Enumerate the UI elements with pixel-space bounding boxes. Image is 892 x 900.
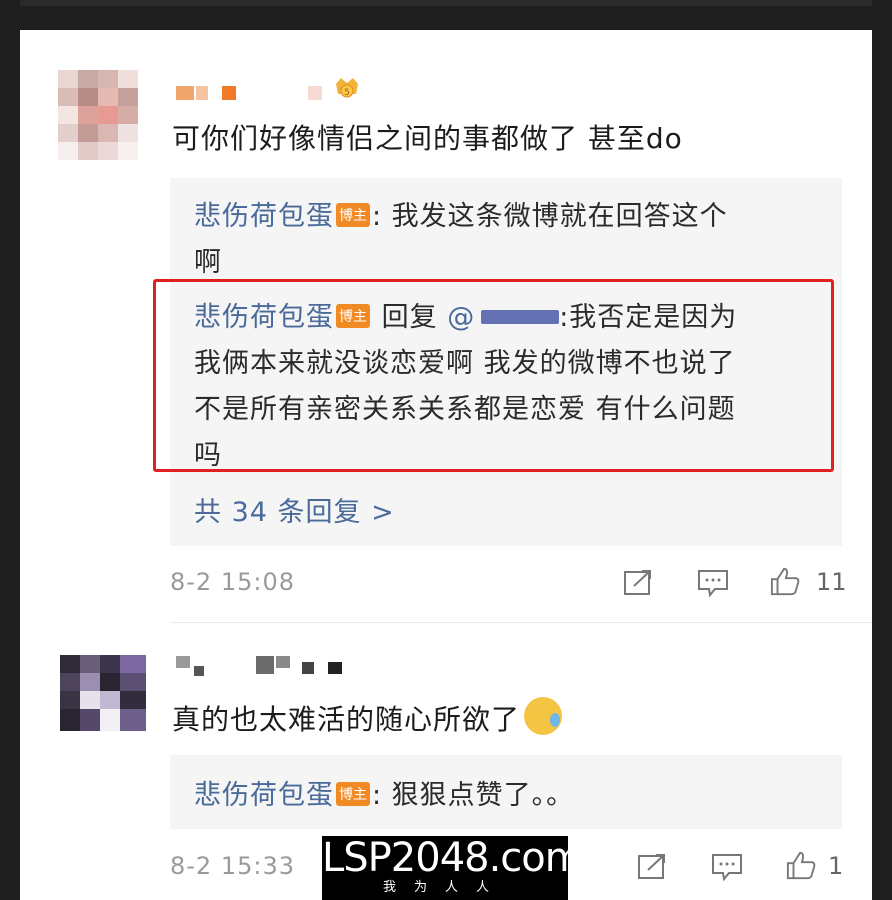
username-blurred[interactable] <box>176 656 376 676</box>
comment-time: 8-2 15:08 <box>170 568 295 596</box>
reply-line: 悲伤荷包蛋 博主: 狠狠点赞了。。 <box>194 773 574 812</box>
comment-icon[interactable] <box>710 852 744 882</box>
reply-text: : 我发这条微博就在回答这个 <box>372 201 728 232</box>
top-strip <box>20 0 872 6</box>
share-icon[interactable] <box>636 852 670 882</box>
sweat-emoji-icon <box>524 697 563 735</box>
crown-level: 5 <box>344 88 350 98</box>
comment-text: 可你们好像情侣之间的事都做了 甚至do <box>172 122 683 155</box>
comment-body: 真的也太难活的随心所欲了 <box>172 703 521 736</box>
divider <box>170 622 872 623</box>
thumbs-up-icon[interactable] <box>768 566 802 596</box>
blogger-badge: 博主 <box>336 203 370 227</box>
watermark-sub: 我为人人 <box>382 880 507 895</box>
reply-line: 悲伤荷包蛋 博主: 我发这条微博就在回答这个 <box>194 194 728 233</box>
comment-time: 8-2 15:33 <box>170 852 295 880</box>
avatar[interactable] <box>58 70 138 160</box>
like-count: 1 <box>828 852 844 880</box>
reply-author[interactable]: 悲伤荷包蛋 <box>194 780 334 811</box>
thumbs-up-icon[interactable] <box>784 850 818 880</box>
comment-text: 真的也太难活的随心所欲了 <box>172 697 563 738</box>
crown-level-icon: 5 <box>336 78 358 98</box>
blogger-badge: 博主 <box>336 782 370 806</box>
highlight-box <box>153 279 834 472</box>
reply-text: : 狠狠点赞了。。 <box>372 780 575 811</box>
reply-text: 啊 <box>194 247 222 278</box>
username-blurred[interactable] <box>176 86 322 104</box>
like-count: 11 <box>816 568 847 596</box>
reply-author[interactable]: 悲伤荷包蛋 <box>194 201 334 232</box>
avatar[interactable] <box>60 655 146 731</box>
screenshot-frame: 5 可你们好像情侣之间的事都做了 甚至do 悲伤荷包蛋 博主: 我发这条微博就在回… <box>0 0 892 900</box>
comment-icon[interactable] <box>696 568 730 598</box>
watermark: LSP2048.com 我为人人 <box>322 835 584 900</box>
watermark-main: LSP2048.com <box>322 835 584 881</box>
more-replies-link[interactable]: 共 34 条回复 > <box>194 490 395 529</box>
share-icon[interactable] <box>622 568 656 598</box>
reply-line: 啊 <box>194 240 222 279</box>
